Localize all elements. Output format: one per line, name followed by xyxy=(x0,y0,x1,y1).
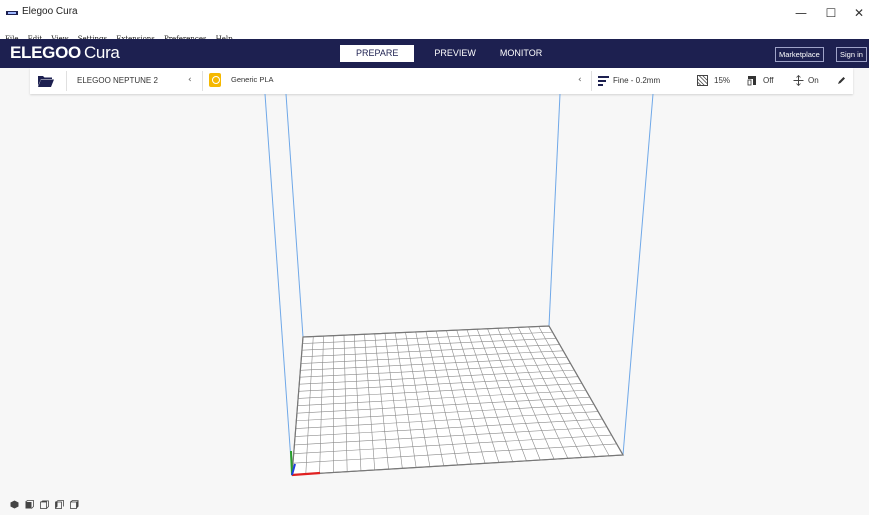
toolbar-divider xyxy=(591,71,592,91)
support-value[interactable]: Off xyxy=(763,76,774,85)
app-header: ELEGOO Cura PREPARE PREVIEW MONITOR Marketp… xyxy=(0,39,869,68)
logo-product: Cura xyxy=(83,43,120,62)
front-view-icon[interactable] xyxy=(25,500,34,509)
pencil-edit-icon[interactable] xyxy=(837,76,846,85)
material-selector[interactable]: Generic PLA xyxy=(231,75,274,84)
tab-preview[interactable]: PREVIEW xyxy=(422,45,488,62)
top-view-icon[interactable] xyxy=(40,500,49,509)
app-logo: ELEGOO Cura xyxy=(10,43,120,63)
window-title: Elegoo Cura xyxy=(22,6,78,17)
folder-open-icon xyxy=(38,76,54,87)
print-profile[interactable]: Fine - 0.2mm xyxy=(613,76,660,85)
maximize-button[interactable]: ☐ xyxy=(820,4,842,22)
adhesion-value[interactable]: On xyxy=(808,76,819,85)
toolbar-divider xyxy=(202,71,203,91)
menu-bar: File Edit View Settings Extensions Prefe… xyxy=(0,26,869,43)
toolbar-divider xyxy=(66,71,67,91)
left-view-icon[interactable] xyxy=(55,500,64,509)
3d-view-icon[interactable] xyxy=(10,500,19,509)
material-spool-icon xyxy=(209,73,221,87)
machine-selector[interactable]: ELEGOO NEPTUNE 2 xyxy=(77,76,158,85)
3d-viewport[interactable] xyxy=(0,94,869,515)
close-button[interactable]: ✕ xyxy=(848,4,869,22)
marketplace-button[interactable]: Marketplace xyxy=(775,47,824,62)
prepare-toolbar: ELEGOO NEPTUNE 2 ‹ Generic PLA ‹ Fine - … xyxy=(30,68,853,94)
support-icon xyxy=(747,76,756,86)
window-titlebar: Elegoo Cura — ☐ ✕ xyxy=(0,0,869,26)
app-icon xyxy=(6,11,18,15)
right-view-icon[interactable] xyxy=(70,500,79,509)
chevron-left-icon[interactable]: ‹ xyxy=(188,75,192,85)
stage-tabs: PREPARE PREVIEW MONITOR xyxy=(340,45,554,62)
infill-value[interactable]: 15% xyxy=(714,76,730,85)
signin-button[interactable]: Sign in xyxy=(836,47,867,62)
open-file-button[interactable] xyxy=(30,68,66,94)
adhesion-icon xyxy=(793,75,804,86)
tab-monitor[interactable]: MONITOR xyxy=(488,45,554,62)
minimize-button[interactable]: — xyxy=(790,4,812,22)
logo-brand: ELEGOO xyxy=(10,43,81,62)
infill-icon xyxy=(697,75,708,86)
profile-layers-icon xyxy=(598,76,609,86)
build-plate xyxy=(291,325,625,476)
chevron-left-icon[interactable]: ‹ xyxy=(578,75,582,85)
tab-prepare[interactable]: PREPARE xyxy=(340,45,415,62)
